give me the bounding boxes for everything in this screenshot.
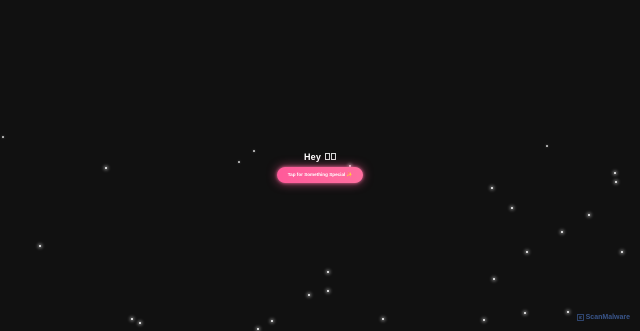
scanmalware-logo-icon <box>576 314 584 321</box>
star <box>621 251 623 253</box>
star <box>615 181 617 183</box>
star <box>131 318 133 320</box>
surprise-button[interactable]: Tap for Something Special ✨ <box>277 167 363 183</box>
star <box>327 290 329 292</box>
star <box>483 319 485 321</box>
star <box>308 294 310 296</box>
star <box>511 207 513 209</box>
star <box>2 136 4 138</box>
star <box>588 214 590 216</box>
greeting-heading: Hey <box>303 152 337 162</box>
page-canvas: Hey Tap for Something Special ✨ ScanMalw… <box>0 0 640 331</box>
star <box>39 245 41 247</box>
hero: Hey <box>0 147 640 165</box>
watermark-text: ScanMalware <box>585 314 630 321</box>
watermark: ScanMalware <box>576 314 630 321</box>
star <box>524 312 526 314</box>
star <box>271 320 273 322</box>
star <box>614 172 616 174</box>
star <box>567 311 569 313</box>
emoji-placeholder-icon <box>324 152 337 162</box>
star <box>526 251 528 253</box>
star <box>491 187 493 189</box>
star <box>327 271 329 273</box>
star <box>105 167 107 169</box>
star <box>493 278 495 280</box>
star <box>257 328 259 330</box>
star <box>382 318 384 320</box>
star <box>561 231 563 233</box>
star <box>139 322 141 324</box>
greeting-text: Hey <box>303 152 322 162</box>
